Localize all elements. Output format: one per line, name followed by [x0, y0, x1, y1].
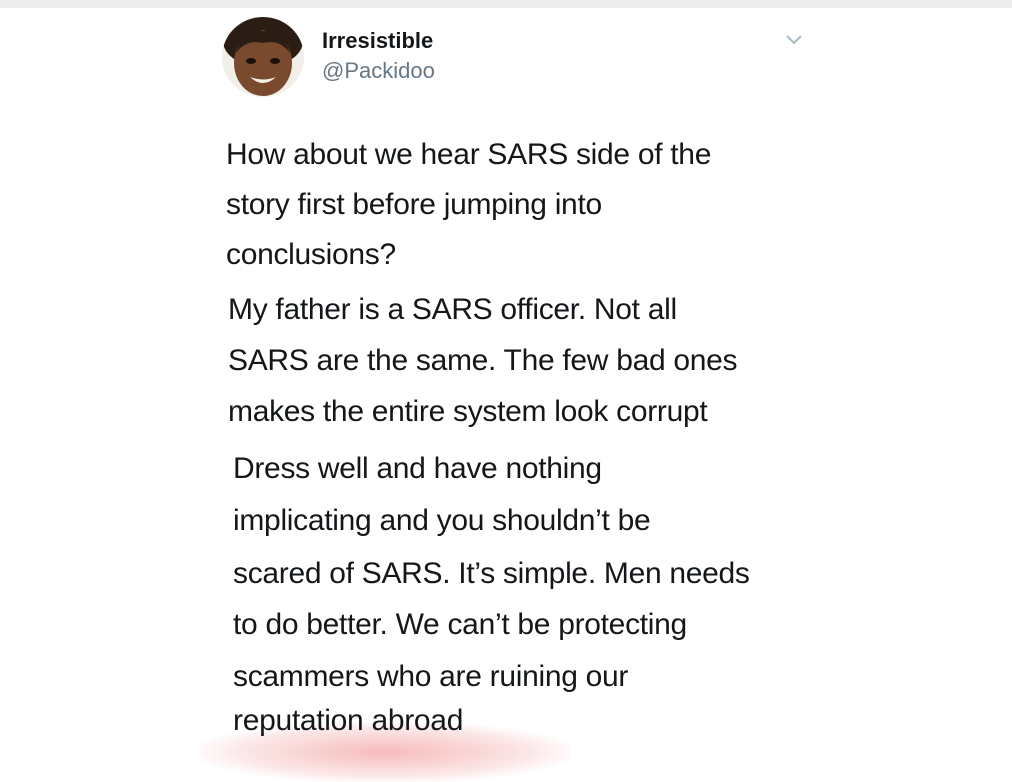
text-clip: reputation abroad — [0, 700, 1012, 736]
tweet-text-line: to do better. We can’t be protecting — [233, 608, 687, 641]
tweet-text-line: scammers who are ruining our — [233, 660, 629, 693]
tweet-text-line: scared of SARS. It’s simple. Men needs — [233, 557, 750, 590]
chevron-down-icon[interactable] — [783, 30, 805, 48]
tweet-text-line: My father is a SARS officer. Not all — [228, 293, 677, 326]
tweet-text-line: makes the entire system look corrupt — [228, 395, 708, 428]
tweet-text-line: reputation abroad — [233, 704, 464, 736]
top-strip — [0, 0, 1012, 8]
avatar[interactable] — [222, 17, 304, 97]
tweet-text-line: story first before jumping into — [226, 188, 602, 221]
tweet-text-line: SARS are the same. The few bad ones — [228, 344, 738, 377]
tweet-text-line: How about we hear SARS side of the — [226, 138, 712, 171]
user-handle[interactable]: @Packidoo — [322, 58, 435, 84]
tweet-text-line: implicating and you shouldn’t be — [233, 504, 651, 537]
tweet-text-line: conclusions? — [226, 238, 396, 271]
tweet-text-line: Dress well and have nothing — [233, 452, 602, 485]
display-name[interactable]: Irresistible — [322, 28, 433, 54]
